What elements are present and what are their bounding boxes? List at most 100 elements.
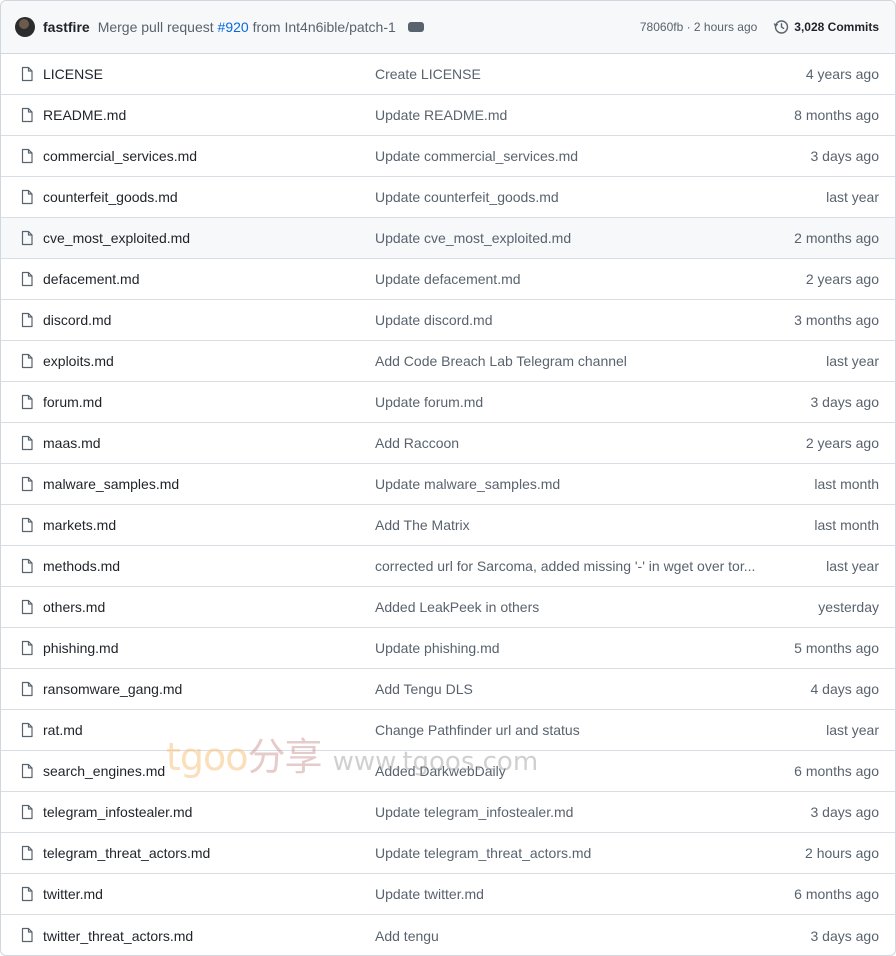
file-commit-message-link[interactable]: Add Raccoon	[375, 435, 761, 451]
file-row[interactable]: README.md Update README.md 8 months ago	[1, 95, 895, 136]
file-commit-date: 3 days ago	[810, 394, 880, 410]
file-commit-message-link[interactable]: Update counterfeit_goods.md	[375, 189, 761, 205]
file-commit-date: 2 years ago	[805, 271, 879, 287]
file-icon	[21, 476, 33, 492]
file-commit-date: last year	[826, 189, 879, 205]
file-icon	[21, 271, 33, 287]
file-row[interactable]: markets.md Add The Matrix last month	[1, 505, 895, 546]
file-row[interactable]: twitter.md Update twitter.md 6 months ago	[1, 874, 895, 915]
file-commit-message-link[interactable]: Update commercial_services.md	[375, 148, 761, 164]
file-icon	[21, 189, 33, 205]
file-commit-message-link[interactable]: Added DarkwebDaily	[375, 763, 761, 779]
file-icon	[21, 886, 33, 902]
file-row[interactable]: methods.md corrected url for Sarcoma, add…	[1, 546, 895, 587]
file-icon	[21, 599, 33, 615]
file-row[interactable]: twitter_threat_actors.md Add tengu 3 days …	[1, 915, 895, 955]
file-commit-message-link[interactable]: Create LICENSE	[375, 66, 761, 82]
file-commit-date: 6 months ago	[794, 886, 879, 902]
file-row[interactable]: exploits.md Add Code Breach Lab Telegram …	[1, 341, 895, 382]
file-name-link[interactable]: counterfeit_goods.md	[43, 189, 178, 205]
file-name-link[interactable]: commercial_services.md	[43, 148, 197, 164]
file-name-link[interactable]: telegram_threat_actors.md	[43, 845, 210, 861]
file-browser: fastfire Merge pull request #920 from In…	[0, 0, 896, 956]
file-commit-message-link[interactable]: Update defacement.md	[375, 271, 761, 287]
file-icon	[21, 394, 33, 410]
pull-request-link[interactable]: #920	[218, 19, 249, 35]
file-name-link[interactable]: telegram_infostealer.md	[43, 804, 192, 820]
file-name-link[interactable]: defacement.md	[43, 271, 140, 287]
file-row[interactable]: cve_most_exploited.md Update cve_most_exp…	[1, 218, 895, 259]
file-icon	[21, 763, 33, 779]
file-name-link[interactable]: cve_most_exploited.md	[43, 230, 190, 246]
commit-author[interactable]: fastfire	[43, 19, 90, 35]
file-commit-message-link[interactable]: Add Code Breach Lab Telegram channel	[375, 353, 761, 369]
file-commit-date: 8 months ago	[794, 107, 879, 123]
file-commit-message-link[interactable]: corrected url for Sarcoma, added missing…	[375, 558, 761, 574]
file-row[interactable]: telegram_infostealer.md Update telegram_i…	[1, 792, 895, 833]
file-commit-message-link[interactable]: Update cve_most_exploited.md	[375, 230, 761, 246]
file-commit-message-link[interactable]: Update telegram_infostealer.md	[375, 804, 761, 820]
file-commit-message-link[interactable]: Add tengu	[375, 928, 761, 944]
file-commit-message-link[interactable]: Added LeakPeek in others	[375, 599, 761, 615]
file-name-link[interactable]: malware_samples.md	[43, 476, 179, 492]
file-name-link[interactable]: search_engines.md	[43, 763, 165, 779]
file-row[interactable]: others.md Added LeakPeek in others yesterd…	[1, 587, 895, 628]
commit-message[interactable]: Merge pull request #920 from Int4n6ible/…	[98, 19, 396, 35]
file-commit-message-link[interactable]: Update phishing.md	[375, 640, 761, 656]
file-name-link[interactable]: maas.md	[43, 435, 101, 451]
file-name-link[interactable]: phishing.md	[43, 640, 119, 656]
file-commit-message-link[interactable]: Update forum.md	[375, 394, 761, 410]
file-row[interactable]: defacement.md Update defacement.md 2 years…	[1, 259, 895, 300]
file-commit-message-link[interactable]: Update README.md	[375, 107, 761, 123]
file-row[interactable]: counterfeit_goods.md Update counterfeit_g…	[1, 177, 895, 218]
file-row[interactable]: maas.md Add Raccoon 2 years ago	[1, 423, 895, 464]
file-name-link[interactable]: forum.md	[43, 394, 102, 410]
file-name-link[interactable]: twitter_threat_actors.md	[43, 928, 193, 944]
file-icon	[21, 517, 33, 533]
commit-sha-time[interactable]: 78060fb · 2 hours ago	[640, 20, 757, 34]
file-icon	[21, 927, 33, 943]
file-icon	[21, 845, 33, 861]
avatar[interactable]	[15, 17, 35, 37]
file-name-link[interactable]: rat.md	[43, 722, 83, 738]
commits-history-link[interactable]: 3,028 Commits	[773, 19, 879, 35]
file-name-link[interactable]: discord.md	[43, 312, 111, 328]
file-commit-message-link[interactable]: Add Tengu DLS	[375, 681, 761, 697]
ellipsis-icon[interactable]	[407, 18, 424, 32]
file-name-link[interactable]: exploits.md	[43, 353, 114, 369]
file-name-link[interactable]: twitter.md	[43, 886, 103, 902]
file-icon	[21, 558, 33, 574]
file-commit-message-link[interactable]: Add The Matrix	[375, 517, 761, 533]
file-name-link[interactable]: README.md	[43, 107, 126, 123]
file-row[interactable]: telegram_threat_actors.md Update telegram…	[1, 833, 895, 874]
file-commit-message-link[interactable]: Change Pathfinder url and status	[375, 722, 761, 738]
commit-message-prefix[interactable]: Merge pull request	[98, 19, 214, 35]
file-row[interactable]: commercial_services.md Update commercial_…	[1, 136, 895, 177]
file-row[interactable]: discord.md Update discord.md 3 months ago	[1, 300, 895, 341]
file-commit-message-link[interactable]: Update discord.md	[375, 312, 761, 328]
file-row[interactable]: phishing.md Update phishing.md 5 months ag…	[1, 628, 895, 669]
file-name-link[interactable]: methods.md	[43, 558, 120, 574]
file-row[interactable]: forum.md Update forum.md 3 days ago	[1, 382, 895, 423]
file-name-link[interactable]: markets.md	[43, 517, 116, 533]
file-commit-date: last year	[826, 558, 879, 574]
commit-message-suffix[interactable]: from Int4n6ible/patch-1	[253, 19, 396, 35]
file-row[interactable]: ransomware_gang.md Add Tengu DLS 4 days ag…	[1, 669, 895, 710]
file-commit-date: 2 months ago	[794, 230, 879, 246]
file-list: LICENSE Create LICENSE 4 years ago README.m…	[1, 54, 895, 955]
file-icon	[21, 640, 33, 656]
file-icon	[21, 230, 33, 246]
file-name-link[interactable]: LICENSE	[43, 66, 103, 82]
file-row[interactable]: search_engines.md Added DarkwebDaily 6 mon…	[1, 751, 895, 792]
file-row[interactable]: LICENSE Create LICENSE 4 years ago	[1, 54, 895, 95]
file-commit-message-link[interactable]: Update malware_samples.md	[375, 476, 761, 492]
file-icon	[21, 66, 33, 82]
file-row[interactable]: malware_samples.md Update malware_samples…	[1, 464, 895, 505]
commits-count: 3,028 Commits	[794, 20, 879, 34]
file-name-link[interactable]: others.md	[43, 599, 105, 615]
file-row[interactable]: rat.md Change Pathfinder url and status la…	[1, 710, 895, 751]
file-name-link[interactable]: ransomware_gang.md	[43, 681, 182, 697]
history-icon	[773, 20, 789, 34]
file-commit-message-link[interactable]: Update twitter.md	[375, 886, 761, 902]
file-commit-message-link[interactable]: Update telegram_threat_actors.md	[375, 845, 761, 861]
